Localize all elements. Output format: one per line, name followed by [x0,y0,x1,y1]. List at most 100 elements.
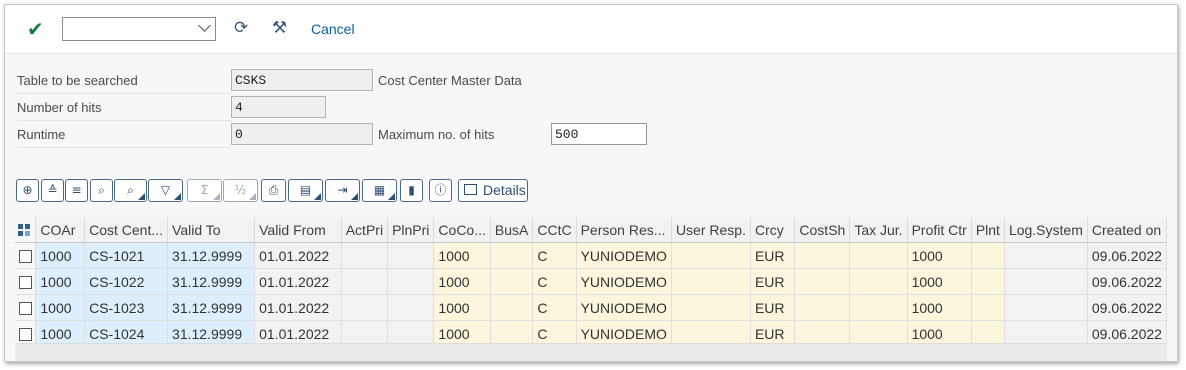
column-header[interactable]: Log.System [1004,217,1088,243]
column-header[interactable]: Cost Cent... [84,217,169,243]
column-header[interactable]: CostSh [794,217,851,243]
table-cell[interactable] [387,268,435,295]
table-row[interactable]: 1000 CS-1021 31.12.9999 01.01.2022 1000 C YUNI… [15,242,1168,269]
table-cell[interactable] [971,268,1005,295]
table-cell[interactable]: EUR [750,294,796,321]
column-header[interactable]: Tax Jur. [849,217,908,243]
table-cell[interactable] [794,268,851,295]
table-cell[interactable] [849,294,908,321]
table-cell[interactable]: 1000 [907,268,972,295]
row-checkbox[interactable] [18,250,32,264]
row-checkbox[interactable] [18,328,32,342]
column-header[interactable]: CCtC [532,217,577,243]
table-cell[interactable] [341,242,389,269]
table-cell[interactable]: CS-1022 [84,268,169,295]
table-cell[interactable]: 1000 [433,294,491,321]
table-cell[interactable] [341,294,389,321]
select-all-header[interactable] [15,217,37,243]
sort-desc-button[interactable]: ≡ [65,179,88,202]
table-cell[interactable] [671,242,751,269]
row-checkbox[interactable] [18,302,32,316]
settings-wrench-icon[interactable]: ⚒ [272,18,287,38]
table-cell[interactable]: 1000 [35,294,86,321]
row-selector[interactable] [15,294,37,321]
table-cell[interactable]: 09.06.2022 [1087,294,1168,321]
sort-asc-button[interactable]: ≙ [41,179,64,202]
column-header[interactable]: Created on [1087,217,1168,243]
column-header[interactable]: ActPri [341,217,389,243]
subtotal-button[interactable]: ½ [223,179,258,202]
find-next-button[interactable]: ⌕ [114,179,147,202]
table-cell[interactable]: C [532,242,577,269]
table-row[interactable]: 1000 CS-1023 31.12.9999 01.01.2022 1000 C YUNI… [15,294,1168,321]
table-cell[interactable]: YUNIODEMO [576,294,672,321]
sum-button[interactable]: Σ [187,179,222,202]
table-cell[interactable]: EUR [750,242,796,269]
table-cell[interactable]: 01.01.2022 [254,242,342,269]
row-checkbox[interactable] [18,276,32,290]
filter-button[interactable]: ▽ [148,179,183,202]
table-cell[interactable]: 1000 [433,242,491,269]
table-cell[interactable] [341,268,389,295]
column-header[interactable]: Crcy [750,217,796,243]
column-header[interactable]: Valid To [167,217,256,243]
print-button[interactable]: ⎙ [261,179,286,202]
details-button[interactable]: Details [458,179,528,202]
table-cell[interactable]: 1000 [35,268,86,295]
table-cell[interactable]: YUNIODEMO [576,242,672,269]
variant-select[interactable] [62,17,216,41]
find-button[interactable]: ⌕ [90,179,113,202]
layout-button[interactable]: ▦ [362,179,397,202]
cancel-button[interactable]: Cancel [311,21,355,37]
table-cell[interactable]: 31.12.9999 [167,268,256,295]
refresh-icon[interactable]: ⟳ [234,18,248,38]
table-cell[interactable] [1004,294,1088,321]
column-header[interactable]: User Resp. [671,217,751,243]
table-cell[interactable]: 01.01.2022 [254,294,342,321]
confirm-check-icon[interactable]: ✔ [27,17,44,41]
table-cell[interactable] [794,242,851,269]
column-header[interactable]: CoCo... [433,217,491,243]
column-header[interactable]: PlnPri [387,217,435,243]
table-cell[interactable]: 1000 [907,294,972,321]
zoom-button[interactable]: ⊕ [16,179,39,202]
column-header[interactable]: Profit Ctr [907,217,972,243]
column-header[interactable]: Valid From [254,217,342,243]
column-header[interactable]: COAr [35,217,86,243]
table-cell[interactable]: 1000 [907,242,972,269]
table-cell[interactable] [1004,242,1088,269]
table-cell[interactable] [1004,268,1088,295]
table-row[interactable]: 1000 CS-1022 31.12.9999 01.01.2022 1000 C YUNI… [15,268,1168,295]
info-button[interactable]: ⓘ [429,179,452,202]
table-cell[interactable]: C [532,294,577,321]
graphic-button[interactable]: ▮ [400,179,423,202]
table-cell[interactable] [971,242,1005,269]
table-cell[interactable] [849,268,908,295]
export-button[interactable]: ⇥ [325,179,360,202]
table-cell[interactable] [490,268,534,295]
table-cell[interactable] [794,294,851,321]
table-cell[interactable] [387,294,435,321]
table-cell[interactable]: 31.12.9999 [167,294,256,321]
row-selector[interactable] [15,268,37,295]
max-hits-input[interactable]: 500 [551,123,647,145]
print-preview-button[interactable]: ▤ [288,179,323,202]
table-cell[interactable]: 1000 [35,242,86,269]
table-cell[interactable]: 1000 [433,268,491,295]
table-cell[interactable]: 01.01.2022 [254,268,342,295]
table-cell[interactable] [387,242,435,269]
table-cell[interactable] [671,294,751,321]
table-cell[interactable] [971,294,1005,321]
column-header[interactable]: Plnt [971,217,1005,243]
table-cell[interactable] [490,294,534,321]
select-all-icon[interactable] [18,223,32,238]
row-selector[interactable] [15,242,37,269]
table-cell[interactable]: 09.06.2022 [1087,242,1168,269]
table-cell[interactable]: C [532,268,577,295]
column-header[interactable]: Person Res... [576,217,672,243]
chevron-down-icon[interactable] [198,19,211,32]
table-cell[interactable] [490,242,534,269]
table-cell[interactable]: CS-1023 [84,294,169,321]
table-cell[interactable] [849,242,908,269]
table-cell[interactable]: 09.06.2022 [1087,268,1168,295]
